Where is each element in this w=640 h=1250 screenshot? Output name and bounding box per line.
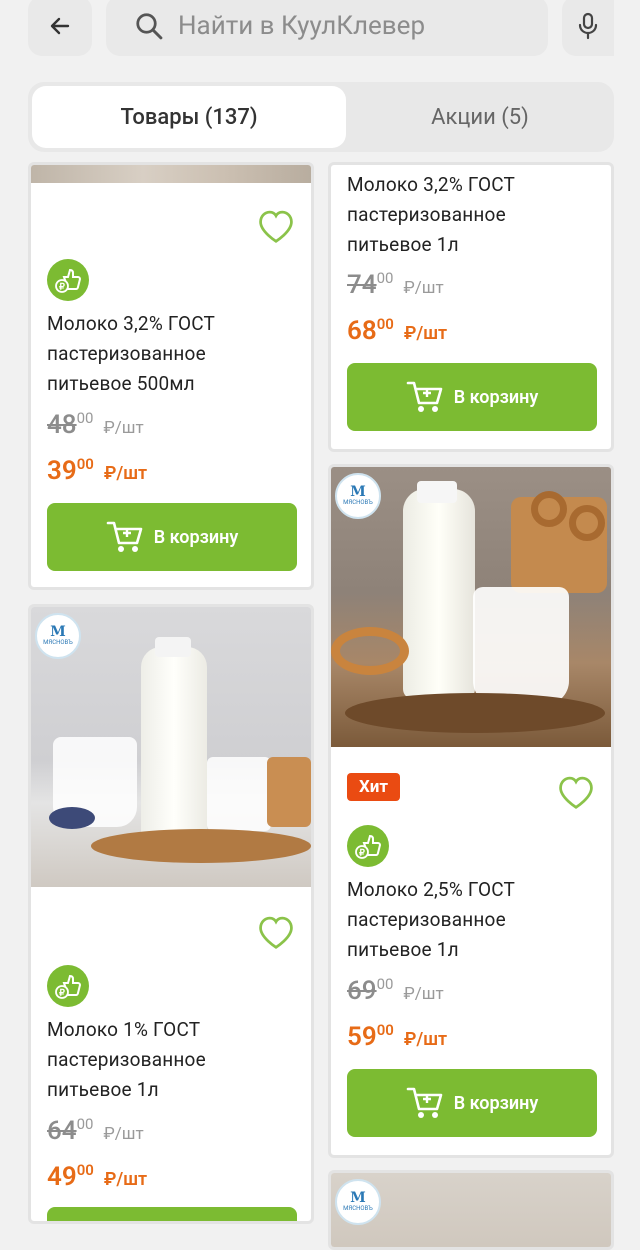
product-card[interactable]: М МЯСНОВЪ Хит ₽ Молоко 2,5% ГОСТ пастериз… xyxy=(328,464,614,1158)
add-to-cart-button[interactable] xyxy=(47,1207,297,1221)
heart-icon[interactable] xyxy=(555,773,597,809)
current-price: 3900 ₽/шт xyxy=(47,455,148,486)
product-name: Молоко 2,5% ГОСТ пастеризованное питьево… xyxy=(347,878,516,961)
tab-promotions[interactable]: Акции (5) xyxy=(350,86,610,148)
brand-logo: М МЯСНОВЪ xyxy=(35,613,81,659)
heart-icon[interactable] xyxy=(255,913,297,949)
product-name: Молоко 3,2% ГОСТ пастеризованное питьево… xyxy=(47,312,216,395)
brand-logo: М МЯСНОВЪ xyxy=(335,1179,381,1225)
tab-bar: Товары (137) Акции (5) xyxy=(28,82,614,152)
cart-icon xyxy=(106,521,143,552)
product-card[interactable]: ₽ Молоко 3,2% ГОСТ пастеризованное питье… xyxy=(28,162,314,590)
search-placeholder: Найти в КуулКлевер xyxy=(178,11,426,41)
svg-text:₽: ₽ xyxy=(59,282,65,292)
back-button[interactable] xyxy=(28,0,92,56)
product-name: Молоко 3,2% ГОСТ пастеризованное питьево… xyxy=(347,173,516,256)
add-to-cart-button[interactable]: В корзину xyxy=(347,363,597,431)
old-price: 6900 ₽/шт xyxy=(347,975,444,1006)
thumbs-up-ruble-icon: ₽ xyxy=(47,965,89,1007)
brand-logo: М МЯСНОВЪ xyxy=(335,473,381,519)
product-card[interactable]: М МЯСНОВЪ xyxy=(328,1170,614,1250)
add-to-cart-button[interactable]: В корзину xyxy=(47,503,297,571)
thumbs-up-ruble-icon: ₽ xyxy=(47,259,89,301)
svg-text:₽: ₽ xyxy=(359,848,365,858)
hit-badge: Хит xyxy=(347,773,401,801)
cart-icon xyxy=(406,381,443,412)
product-image xyxy=(31,165,311,183)
add-to-cart-button[interactable]: В корзину xyxy=(347,1069,597,1137)
product-card[interactable]: М МЯСНОВЪ ₽ Молоко 1% ГОСТ пастеризованно… xyxy=(28,604,314,1224)
arrow-left-icon xyxy=(50,17,70,35)
current-price: 5900 ₽/шт xyxy=(347,1021,448,1052)
microphone-icon xyxy=(578,12,598,40)
search-icon xyxy=(136,13,163,40)
cart-icon xyxy=(406,1087,443,1118)
current-price: 4900 ₽/шт xyxy=(47,1161,148,1192)
svg-text:₽: ₽ xyxy=(59,988,65,998)
old-price: 4800 ₽/шт xyxy=(47,409,144,440)
thumbs-up-ruble-icon: ₽ xyxy=(347,825,389,867)
current-price: 6800 ₽/шт xyxy=(347,315,448,346)
heart-icon[interactable] xyxy=(255,207,297,243)
search-input[interactable]: Найти в КуулКлевер xyxy=(106,0,548,56)
old-price: 7400 ₽/шт xyxy=(347,269,444,300)
product-card[interactable]: Молоко 3,2% ГОСТ пастеризованное питьево… xyxy=(328,162,614,452)
tab-products[interactable]: Товары (137) xyxy=(32,86,346,148)
product-name: Молоко 1% ГОСТ пастеризованное питьевое … xyxy=(47,1018,206,1101)
old-price: 6400 ₽/шт xyxy=(47,1115,144,1146)
voice-search-button[interactable] xyxy=(562,0,614,56)
